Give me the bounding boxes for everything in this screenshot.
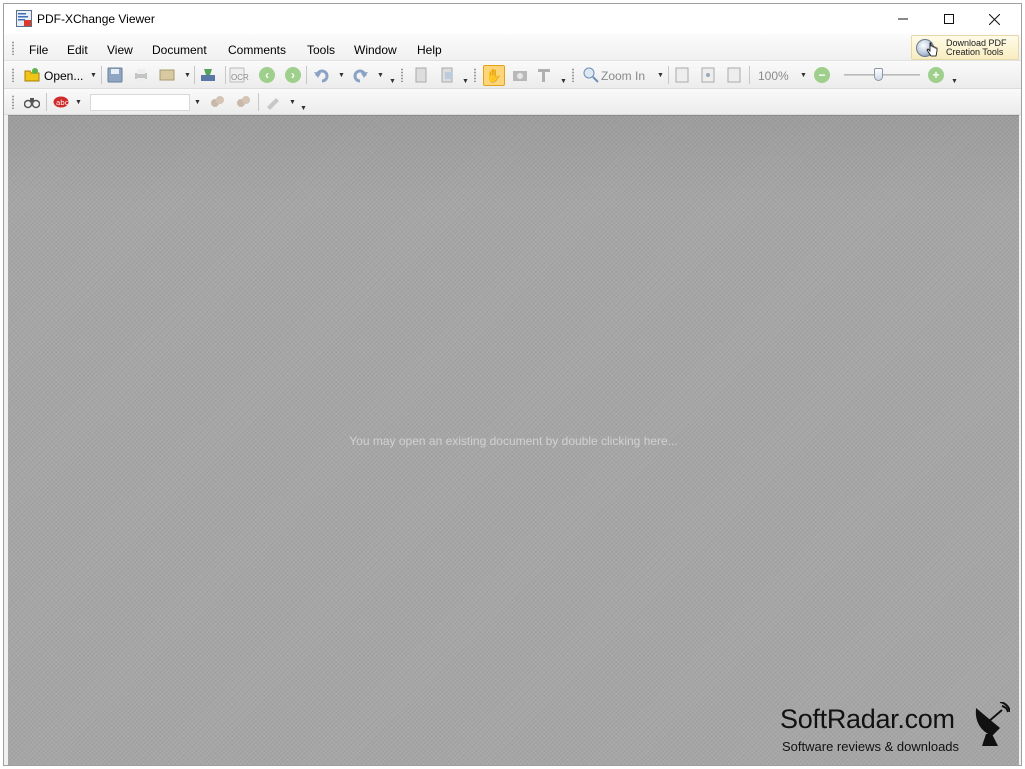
toolbar-separator	[101, 66, 102, 84]
toolbar-grip[interactable]	[11, 95, 15, 109]
menu-bar: File Edit View Document Comments Tools W…	[4, 34, 1021, 61]
toolbar-overflow[interactable]: ▼	[462, 78, 469, 85]
toolbar-overflow[interactable]: ▼	[389, 78, 396, 85]
menu-edit[interactable]: Edit	[67, 43, 88, 57]
scan-icon[interactable]	[200, 67, 216, 83]
redo-icon[interactable]	[353, 67, 369, 83]
toolbar-separator	[46, 93, 47, 111]
softradar-watermark: SoftRadar.com Software reviews & downloa…	[778, 702, 1013, 762]
search-input[interactable]	[90, 94, 190, 111]
spell-check-dropdown[interactable]: ▼	[75, 99, 82, 106]
main-toolbar: Open... ▼ ▼ OCR ‹ › ▼ ▼ ▼ ▼ ✋ ▼ Zoom In …	[4, 61, 1021, 89]
zoom-in-plus-icon[interactable]: +	[928, 67, 944, 83]
watermark-title: SoftRadar.com	[780, 704, 955, 734]
app-icon	[16, 10, 32, 27]
search-dropdown[interactable]: ▼	[194, 99, 201, 106]
document-area[interactable]: You may open an existing document by dou…	[8, 115, 1019, 765]
zoom-in-dropdown[interactable]: ▼	[657, 72, 664, 79]
email-icon[interactable]	[159, 67, 175, 83]
promo-text: Download PDF Creation Tools	[946, 39, 1007, 57]
forward-icon[interactable]: ›	[285, 67, 301, 83]
hand-tool-button[interactable]: ✋	[483, 65, 505, 86]
minimize-button[interactable]	[880, 4, 926, 34]
toolbar-overflow[interactable]: ▼	[560, 78, 567, 85]
search-toolbar: abc ▼ ▼ ▼ ▼	[4, 89, 1021, 115]
toolbar-separator	[749, 66, 750, 84]
ocr-label: OCR	[231, 73, 249, 82]
app-window: PDF-XChange Viewer File Edit View Docume…	[3, 3, 1022, 766]
fit-width-icon[interactable]	[726, 67, 742, 83]
menu-view[interactable]: View	[107, 43, 133, 57]
zoom-level-dropdown[interactable]: ▼	[800, 72, 807, 79]
save-icon[interactable]	[107, 67, 123, 83]
binoculars-icon[interactable]	[24, 94, 40, 110]
minimize-icon	[898, 18, 908, 20]
menu-file[interactable]: File	[29, 43, 48, 57]
toolbar-separator	[306, 66, 307, 84]
empty-document-hint: You may open an existing document by dou…	[349, 434, 678, 448]
spell-check-icon[interactable]: abc	[53, 94, 69, 110]
toolbar-separator	[668, 66, 669, 84]
watermark-subtitle: Software reviews & downloads	[782, 739, 960, 754]
page-layout-icon[interactable]	[439, 67, 455, 83]
menubar-grip[interactable]	[11, 41, 15, 55]
zoom-in-button[interactable]: Zoom In	[601, 69, 645, 83]
promo-line2: Creation Tools	[946, 47, 1004, 57]
open-folder-icon[interactable]	[24, 67, 40, 83]
window-title: PDF-XChange Viewer	[37, 12, 155, 26]
title-bar: PDF-XChange Viewer	[4, 4, 1021, 34]
toolbar-grip[interactable]	[473, 68, 477, 82]
menu-tools[interactable]: Tools	[307, 43, 335, 57]
svg-text:abc: abc	[56, 99, 69, 107]
menu-comments[interactable]: Comments	[228, 43, 286, 57]
open-button[interactable]: Open...	[44, 69, 83, 83]
print-icon[interactable]	[133, 67, 149, 83]
maximize-button[interactable]	[926, 4, 972, 34]
open-dropdown[interactable]: ▼	[90, 72, 97, 79]
undo-dropdown[interactable]: ▼	[338, 72, 345, 79]
toolbar-separator	[258, 93, 259, 111]
highlight-dropdown[interactable]: ▼	[289, 99, 296, 106]
page-icon[interactable]	[413, 67, 429, 83]
back-icon[interactable]: ‹	[259, 67, 275, 83]
zoom-level-field[interactable]: 100%	[758, 69, 789, 83]
hand-cursor-icon	[926, 42, 938, 57]
toolbar-grip[interactable]	[400, 68, 404, 82]
zoom-slider-thumb[interactable]	[874, 68, 883, 81]
find-previous-icon[interactable]	[209, 94, 225, 110]
toolbar-grip[interactable]	[571, 68, 575, 82]
satellite-dish-icon	[975, 702, 1010, 746]
maximize-icon	[944, 14, 954, 24]
zoom-in-icon[interactable]	[583, 67, 599, 83]
hand-tool-icon: ✋	[485, 67, 503, 83]
menu-window[interactable]: Window	[354, 43, 397, 57]
zoom-out-icon[interactable]: −	[814, 67, 830, 83]
find-next-icon[interactable]	[235, 94, 251, 110]
fit-page-icon[interactable]	[700, 67, 716, 83]
redo-dropdown[interactable]: ▼	[377, 72, 384, 79]
undo-icon[interactable]	[313, 67, 329, 83]
close-icon	[988, 13, 1000, 25]
email-dropdown[interactable]: ▼	[184, 72, 191, 79]
toolbar-overflow[interactable]: ▼	[951, 78, 958, 85]
menu-help[interactable]: Help	[417, 43, 442, 57]
close-button[interactable]	[971, 4, 1017, 34]
toolbar-overflow[interactable]: ▼	[300, 105, 307, 112]
toolbar-grip[interactable]	[11, 68, 15, 82]
actual-size-icon[interactable]	[674, 67, 690, 83]
toolbar-separator	[225, 66, 226, 84]
menu-document[interactable]: Document	[152, 43, 207, 57]
toolbar-separator	[194, 66, 195, 84]
highlight-icon[interactable]	[265, 94, 281, 110]
download-creation-tools-button[interactable]: Download PDF Creation Tools	[911, 35, 1019, 60]
select-text-icon[interactable]	[537, 67, 553, 83]
snapshot-icon[interactable]	[512, 67, 528, 83]
